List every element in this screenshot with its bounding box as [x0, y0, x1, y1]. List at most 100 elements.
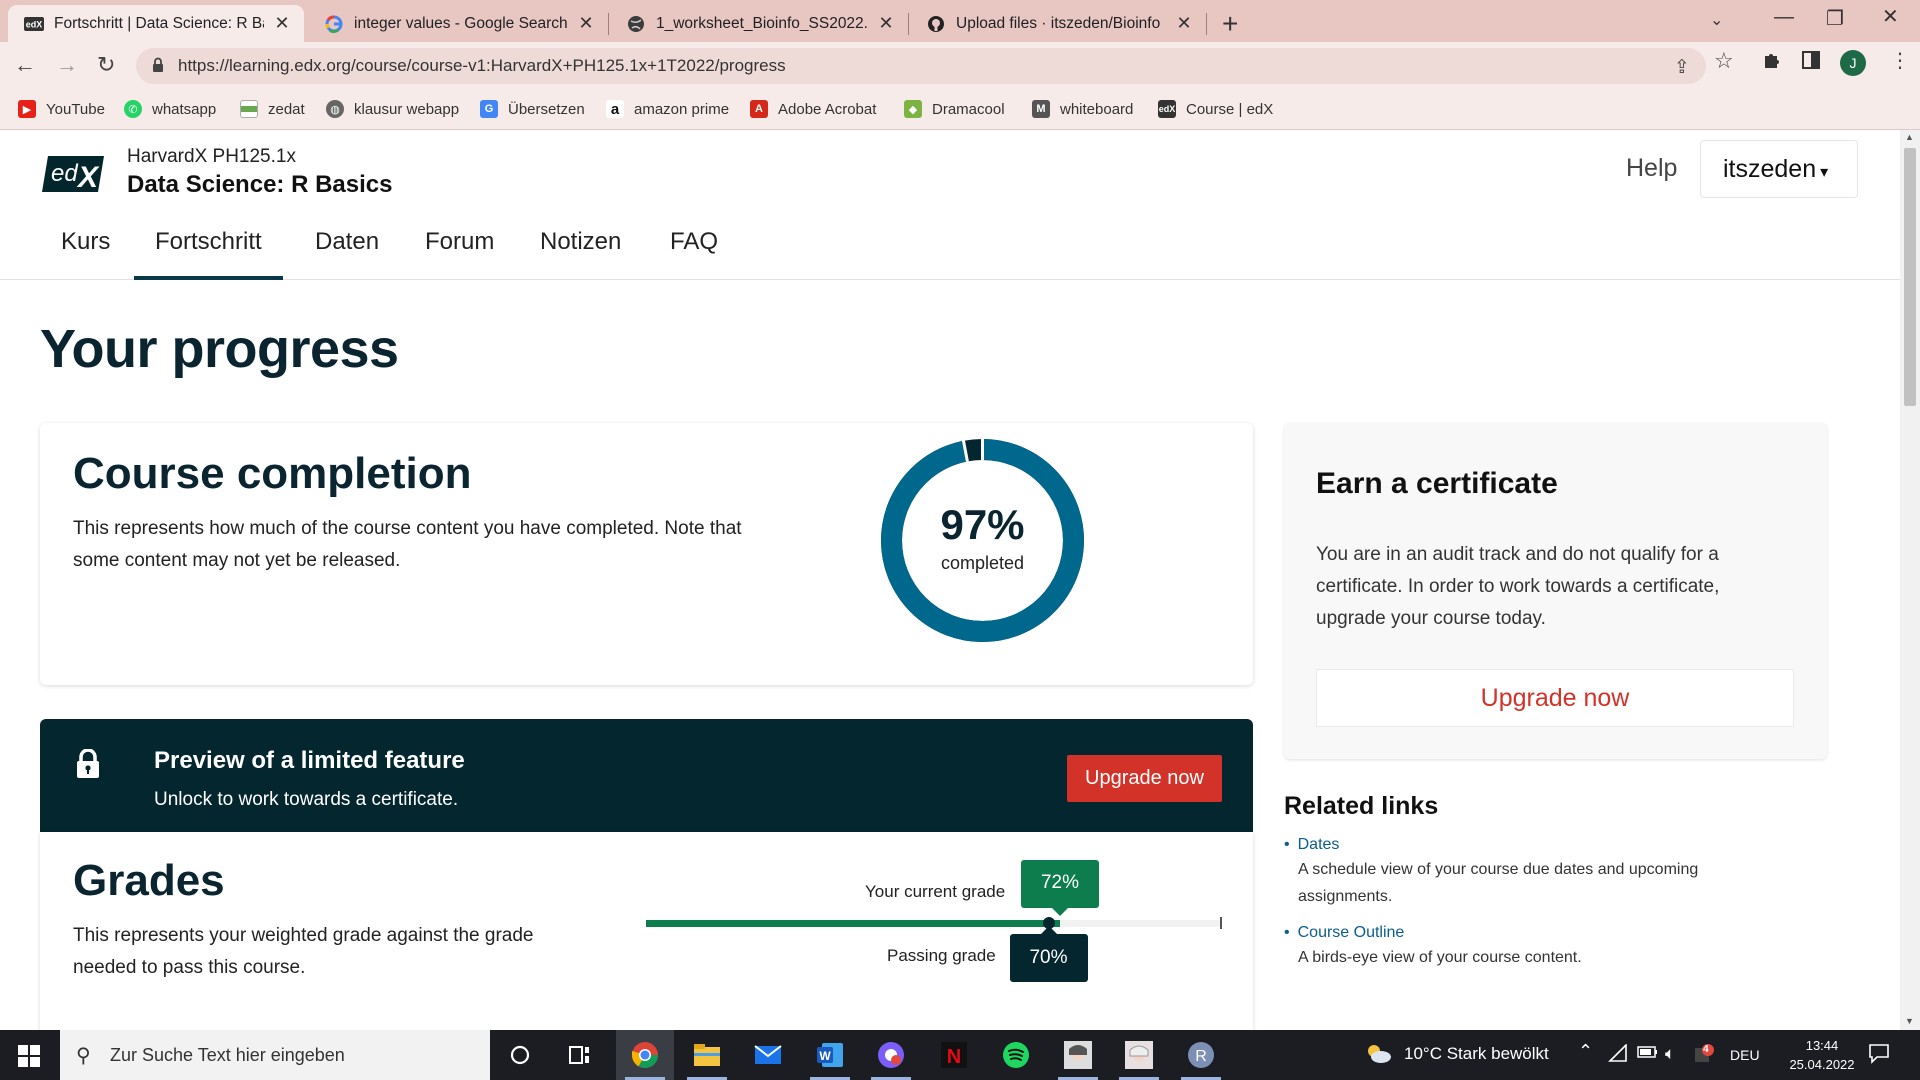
taskbar-search-box[interactable]: ⚲ Zur Suche Text hier eingeben [60, 1030, 490, 1080]
new-tab-button[interactable]: + [1222, 8, 1238, 40]
tab-daten[interactable]: Daten [315, 224, 379, 280]
show-hidden-icons-chevron-icon[interactable]: ⌃ [1578, 1041, 1593, 1062]
scrollbar-thumb[interactable] [1904, 148, 1916, 406]
tab-title: Upload files · itszeden/Bioinfo [956, 14, 1161, 32]
browser-tab-edx-progress[interactable]: edX Fortschritt | Data Science: R Basic … [8, 5, 304, 42]
bookmark-dramacool[interactable]: ◆ Dramacool [904, 100, 1005, 118]
banner-description: Unlock to work towards a certificate. [154, 789, 459, 810]
page-content: ed X HarvardX PH125.1x Data Science: R B… [0, 130, 1900, 1030]
whiteboard-icon: M [1032, 100, 1050, 118]
maximize-icon[interactable]: ❐ [1826, 6, 1844, 31]
notification-count: 4 [1703, 1044, 1709, 1055]
tab-title: integer values - Google Search [354, 14, 568, 32]
spotify-icon[interactable] [999, 1038, 1033, 1072]
completion-title: Course completion [73, 449, 472, 498]
close-window-icon[interactable]: ✕ [1882, 4, 1899, 29]
bookmark-youtube[interactable]: ▶ YouTube [18, 100, 105, 118]
r-app-icon[interactable]: R [1184, 1038, 1218, 1072]
completion-percent: 97% [940, 501, 1025, 548]
related-link-dates[interactable]: Dates [1298, 836, 1768, 854]
taskbar-clock[interactable]: 13:44 25.04.2022 [1776, 1036, 1868, 1074]
profile-avatar[interactable]: J [1840, 50, 1866, 76]
help-link[interactable]: Help [1626, 154, 1677, 183]
mail-icon[interactable] [751, 1038, 785, 1072]
back-arrow-icon[interactable]: ← [14, 52, 36, 78]
upgrade-now-outline-button[interactable]: Upgrade now [1316, 669, 1794, 727]
dramacool-icon: ◆ [904, 100, 922, 118]
edx-icon: edX [1158, 100, 1176, 118]
anime-app-icon[interactable] [1061, 1038, 1095, 1072]
minimize-icon[interactable]: — [1774, 6, 1794, 29]
tab-forum[interactable]: Forum [425, 224, 494, 280]
close-tab-icon[interactable]: ✕ [1174, 13, 1194, 34]
bookmark-whatsapp[interactable]: ✆ whatsapp [124, 100, 216, 118]
bookmark-label: YouTube [46, 100, 105, 118]
related-link-item: Course Outline A birds-eye view of your … [1298, 924, 1768, 971]
side-panel-icon[interactable] [1802, 51, 1820, 75]
whatsapp-icon: ✆ [124, 100, 142, 118]
weather-icon[interactable] [1364, 1042, 1392, 1069]
forward-arrow-icon[interactable]: → [56, 52, 78, 78]
file-explorer-icon[interactable] [690, 1038, 724, 1072]
notification-badge-icon[interactable]: 4 [1694, 1044, 1714, 1069]
address-bar[interactable]: https://learning.edx.org/course/course-v… [136, 48, 1706, 84]
cortana-icon[interactable] [503, 1038, 537, 1072]
windows-start-icon[interactable] [18, 1045, 40, 1072]
bookmark-uebersetzen[interactable]: G Übersetzen [480, 100, 585, 118]
bookmark-whiteboard[interactable]: Mwhiteboard [1032, 100, 1133, 118]
reload-icon[interactable]: ↻ [97, 52, 115, 78]
tab-notizen[interactable]: Notizen [540, 224, 621, 280]
bookmark-amazon-prime[interactable]: a amazon prime [606, 100, 729, 118]
acrobat-icon: A [750, 100, 768, 118]
browser-menu-icon[interactable]: ⋮ [1890, 48, 1910, 73]
close-tab-icon[interactable]: ✕ [272, 13, 292, 34]
amazon-icon: a [606, 100, 624, 118]
battery-icon[interactable] [1637, 1044, 1659, 1065]
browser-tab-worksheet-pdf[interactable]: 1_worksheet_Bioinfo_SS2022.pdf ✕ [610, 5, 908, 42]
language-indicator[interactable]: DEU [1730, 1047, 1760, 1063]
grades-card: Grades This represents your weighted gra… [40, 832, 1253, 1030]
extensions-puzzle-icon[interactable] [1762, 50, 1782, 76]
scroll-down-arrow-icon[interactable]: ▼ [1905, 1016, 1914, 1026]
anime-app-2-icon[interactable] [1122, 1038, 1156, 1072]
share-icon[interactable]: ⇪ [1674, 56, 1690, 79]
tab-fortschritt[interactable]: Fortschritt [134, 224, 283, 280]
browser-tab-github-upload[interactable]: Upload files · itszeden/Bioinfo ✕ [910, 5, 1206, 42]
close-tab-icon[interactable]: ✕ [576, 13, 596, 34]
globe-icon [626, 14, 646, 34]
user-menu-button[interactable]: itszeden ▾ [1700, 140, 1858, 198]
svg-text:N: N [947, 1046, 961, 1068]
chrome-icon[interactable] [628, 1038, 662, 1072]
passing-grade-label: Passing grade [887, 946, 996, 965]
bookmark-star-icon[interactable]: ☆ [1714, 48, 1734, 74]
browser-toolbar: ← → ↻ https://learning.edx.org/course/co… [0, 42, 1920, 90]
wifi-icon[interactable] [1608, 1043, 1628, 1067]
volume-icon[interactable]: 🔈︎ [1665, 1044, 1675, 1064]
bookmark-label: Dramacool [932, 100, 1005, 118]
browser-tab-google-search[interactable]: integer values - Google Search ✕ [308, 5, 608, 42]
scroll-up-arrow-icon[interactable]: ▲ [1905, 132, 1914, 142]
grade-bar [646, 920, 1221, 927]
netflix-icon[interactable]: N [937, 1038, 971, 1072]
word-icon[interactable]: W [813, 1038, 847, 1072]
tab-faq[interactable]: FAQ [670, 224, 718, 280]
related-link-course-outline[interactable]: Course Outline [1298, 924, 1768, 942]
bookmark-course-edx[interactable]: edX Course | edX [1158, 100, 1273, 118]
tab-search-chevron-icon[interactable]: ⌄ [1710, 10, 1723, 30]
course-title: Data Science: R Basics [127, 171, 393, 198]
action-center-icon[interactable] [1868, 1042, 1890, 1069]
bookmark-label: zedat [268, 100, 305, 118]
bookmark-zedat[interactable]: zedat [240, 100, 305, 118]
weather-text[interactable]: 10°C Stark bewölkt [1404, 1044, 1549, 1064]
svg-text:R: R [1195, 1048, 1207, 1065]
edx-logo[interactable]: ed X [40, 154, 104, 194]
upgrade-now-button[interactable]: Upgrade now [1067, 755, 1222, 802]
discord-icon[interactable] [874, 1038, 908, 1072]
task-view-icon[interactable] [563, 1038, 597, 1072]
page-scrollbar[interactable]: ▲ ▼ [1900, 130, 1920, 1030]
bookmark-adobe-acrobat[interactable]: A Adobe Acrobat [750, 100, 876, 118]
tab-kurs[interactable]: Kurs [61, 224, 110, 280]
close-tab-icon[interactable]: ✕ [876, 13, 896, 34]
bookmark-klausur-webapp[interactable]: ◍ klausur webapp [326, 100, 459, 118]
course-completion-card: Course completion This represents how mu… [40, 423, 1253, 685]
